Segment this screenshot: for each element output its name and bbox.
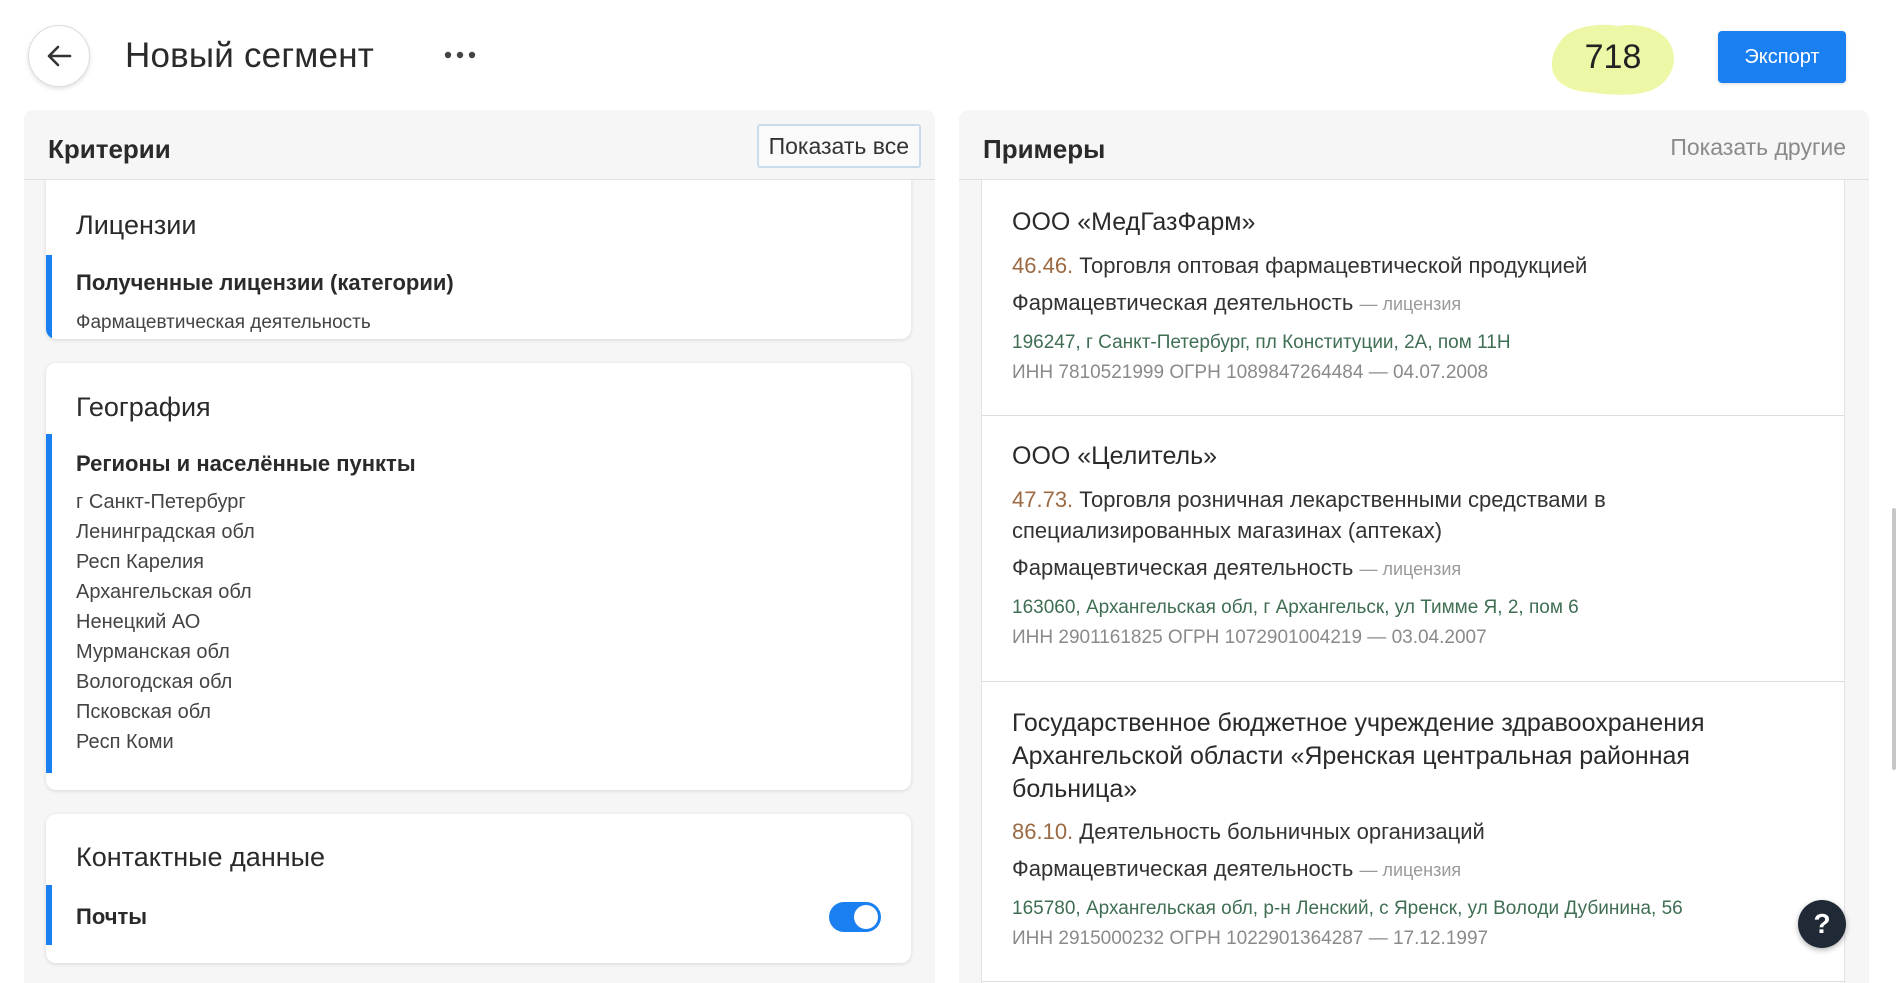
arrow-left-icon (47, 45, 72, 67)
license-suffix: — лицензия (1359, 559, 1462, 579)
region-item: г Санкт-Петербург (76, 491, 246, 513)
criteria-panel: Критерии Показать все Лицензии Полученны… (24, 110, 935, 983)
contacts-accent-bar (46, 885, 52, 945)
region-item: Ленинградская обл (76, 521, 255, 543)
region-list: г Санкт-Петербург Ленинградская обл Респ… (76, 487, 255, 757)
examples-panel-header: Примеры Показать другие (959, 110, 1869, 180)
region-item: Ненецкий АО (76, 611, 201, 633)
example-item[interactable]: ООО «МедГазФарм» 46.46. Торговля оптовая… (982, 180, 1844, 416)
help-icon: ? (1813, 908, 1831, 939)
region-item: Мурманская обл (76, 641, 230, 663)
page-scrollbar[interactable] (1892, 508, 1896, 770)
company-name[interactable]: Государственное бюджетное учреждение здр… (1012, 707, 1812, 806)
license-name: Фармацевтическая деятельность (1012, 856, 1354, 881)
toggle-knob (854, 905, 878, 929)
license-suffix: — лицензия (1359, 860, 1462, 880)
okved-code: 46.46. (1012, 253, 1074, 278)
okved-text: Торговля розничная лекарственными средст… (1012, 487, 1606, 543)
okved-text: Торговля оптовая фармацевтической продук… (1079, 253, 1588, 278)
example-item[interactable]: Государственное бюджетное учреждение здр… (982, 682, 1844, 982)
okved: 86.10. Деятельность больничных организац… (1012, 816, 1812, 847)
show-other-button[interactable]: Показать другие (1670, 134, 1846, 161)
back-button[interactable] (28, 25, 90, 87)
company-address: 196247, г Санкт-Петербург, пл Конституци… (1012, 332, 1511, 353)
region-item: Респ Карелия (76, 551, 204, 573)
segment-count: 718 (1548, 20, 1678, 96)
contacts-card: Контактные данные Почты (46, 814, 911, 963)
company-name[interactable]: ООО «Целитель» (1012, 440, 1812, 473)
license-name: Фармацевтическая деятельность (1012, 555, 1354, 580)
okved: 47.73. Торговля розничная лекарственными… (1012, 484, 1812, 546)
license-line: Фармацевтическая деятельность — лицензия (1012, 856, 1461, 882)
page-header: Новый сегмент 718 Экспорт (0, 0, 1900, 112)
license-line: Фармацевтическая деятельность — лицензия (1012, 555, 1461, 581)
company-ids: ИНН 7810521999 ОГРН 1089847264484 — 04.0… (1012, 362, 1489, 383)
regions-criterion-label: Регионы и населённые пункты (76, 451, 416, 476)
license-suffix: — лицензия (1359, 294, 1462, 314)
help-button[interactable]: ? (1798, 900, 1846, 948)
show-all-button[interactable]: Показать все (756, 124, 921, 168)
region-item: Псковская обл (76, 701, 211, 723)
examples-list: ООО «МедГазФарм» 46.46. Торговля оптовая… (981, 180, 1845, 983)
okved-text: Деятельность больничных организаций (1079, 819, 1485, 844)
emails-criterion-label: Почты (76, 904, 148, 929)
page-title: Новый сегмент (125, 36, 374, 75)
licenses-criterion-value: Фармацевтическая деятельность (76, 312, 371, 333)
company-ids: ИНН 2915000232 ОГРН 1022901364287 — 17.1… (1012, 928, 1489, 949)
geography-card: География Регионы и населённые пункты г … (46, 363, 911, 790)
export-button[interactable]: Экспорт (1718, 31, 1846, 83)
licenses-title: Лицензии (76, 210, 197, 240)
criteria-panel-header: Критерии Показать все (24, 110, 935, 180)
region-item: Архангельская обл (76, 581, 252, 603)
more-horizontal-icon (444, 51, 476, 59)
company-ids: ИНН 2901161825 ОГРН 1072901004219 — 03.0… (1012, 627, 1487, 648)
licenses-accent-bar (46, 255, 52, 339)
region-item: Вологодская обл (76, 671, 233, 693)
criteria-title: Критерии (48, 134, 171, 164)
license-line: Фармацевтическая деятельность — лицензия (1012, 290, 1461, 316)
contacts-title: Контактные данные (76, 842, 326, 872)
geography-title: География (76, 392, 211, 422)
company-name[interactable]: ООО «МедГазФарм» (1012, 206, 1812, 239)
emails-toggle[interactable] (829, 902, 881, 932)
company-address: 163060, Архангельская обл, г Архангельск… (1012, 597, 1579, 618)
company-address: 165780, Архангельская обл, р-н Ленский, … (1012, 898, 1683, 919)
geography-accent-bar (46, 434, 52, 773)
examples-title: Примеры (983, 134, 1106, 164)
examples-panel: Примеры Показать другие ООО «МедГазФарм»… (959, 110, 1869, 983)
segment-count-value: 718 (1584, 38, 1642, 76)
licenses-criterion-label: Полученные лицензии (категории) (76, 270, 454, 295)
okved: 46.46. Торговля оптовая фармацевтической… (1012, 250, 1812, 281)
region-item: Респ Коми (76, 731, 174, 753)
okved-code: 47.73. (1012, 487, 1074, 512)
example-item[interactable]: ООО «Целитель» 47.73. Торговля розничная… (982, 416, 1844, 682)
license-name: Фармацевтическая деятельность (1012, 290, 1354, 315)
okved-code: 86.10. (1012, 819, 1074, 844)
more-options-button[interactable] (440, 40, 480, 70)
